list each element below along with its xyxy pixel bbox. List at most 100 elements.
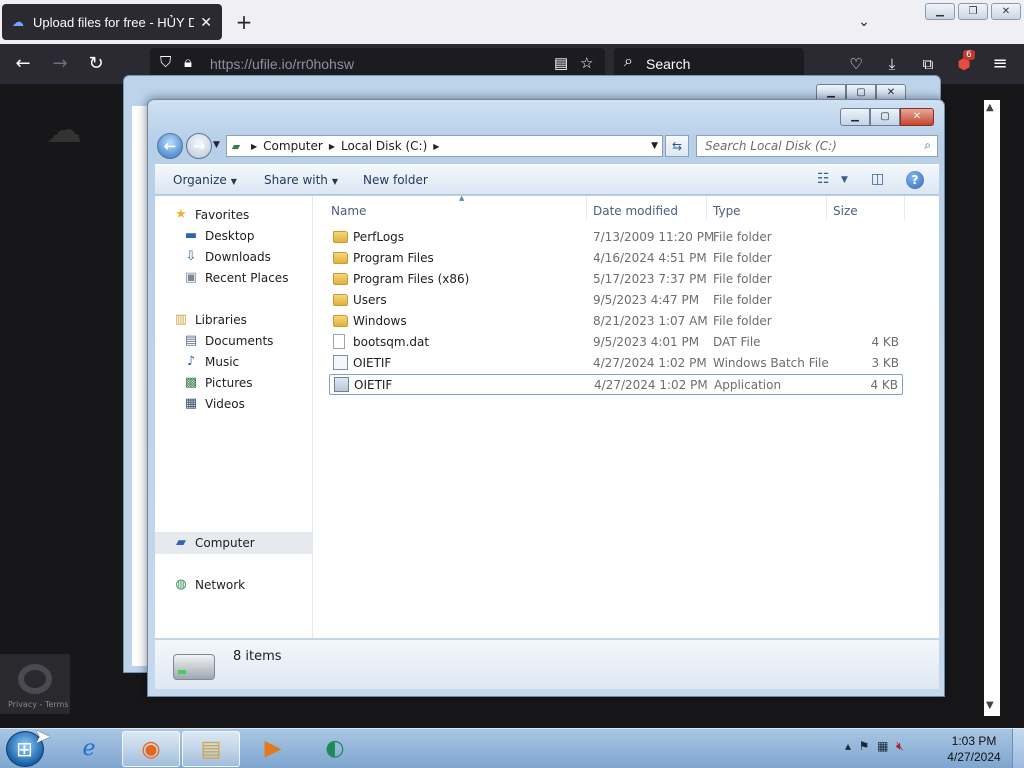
nav-music[interactable]: ♪ Music bbox=[183, 352, 239, 372]
nav-label: Recent Places bbox=[205, 271, 289, 285]
nav-documents[interactable]: ▤ Documents bbox=[183, 331, 274, 351]
file-date-modified: 9/5/2023 4:01 PM bbox=[593, 335, 700, 349]
refresh-button[interactable]: ⇆ bbox=[665, 135, 689, 157]
reader-view-icon[interactable]: ▤ bbox=[554, 54, 568, 72]
nav-label: Favorites bbox=[195, 208, 250, 222]
browser-restore-button[interactable]: ❐ bbox=[958, 3, 988, 20]
action-center-flag-icon[interactable]: ⚑ bbox=[859, 739, 870, 753]
close-button[interactable]: ✕ bbox=[900, 108, 934, 126]
nav-pictures[interactable]: ▩ Pictures bbox=[183, 373, 253, 393]
maximize-button[interactable]: ▢ bbox=[870, 108, 900, 126]
url-text: https://ufile.io/rr0hohsw bbox=[210, 56, 354, 72]
windows-explorer-icon[interactable]: ▤ bbox=[182, 731, 240, 767]
search-input[interactable]: Search Local Disk (C:) ⌕ bbox=[696, 135, 938, 157]
system-tray: ▴ ⚑ ▦ 🔇︎ bbox=[845, 739, 904, 754]
browser-close-button[interactable]: ✕ bbox=[991, 3, 1021, 20]
list-all-tabs-chevron-icon[interactable]: ⌄ bbox=[852, 10, 876, 34]
volume-muted-icon[interactable]: 🔇︎ bbox=[896, 739, 904, 753]
file-name: Users bbox=[353, 293, 387, 307]
local-disk-drive-icon bbox=[173, 654, 215, 680]
page-scrollbar[interactable]: ▲ ▼ bbox=[984, 100, 1000, 716]
network-tray-icon[interactable]: ▦ bbox=[877, 739, 888, 753]
back-arrow-icon[interactable]: ← bbox=[10, 52, 36, 76]
scroll-down-arrow-icon[interactable]: ▼ bbox=[986, 700, 994, 711]
new-folder-button[interactable]: New folder bbox=[363, 173, 428, 187]
chevron-down-icon: ▼ bbox=[230, 177, 237, 186]
browser-minimize-button[interactable]: ▁ bbox=[925, 3, 955, 20]
nav-desktop[interactable]: ▬ Desktop bbox=[183, 226, 255, 246]
breadcrumb-separator-icon[interactable]: ▶ bbox=[329, 142, 335, 151]
breadcrumb-separator-icon[interactable]: ▶ bbox=[251, 142, 257, 151]
view-options-chevron-icon[interactable]: ▼ bbox=[841, 175, 848, 185]
file-row[interactable]: Program Files (x86) 5/17/2023 7:37 PM File… bbox=[329, 269, 903, 290]
downloads-icon: ⇩ bbox=[185, 249, 197, 264]
extensions-puzzle-icon[interactable]: ⧉ bbox=[915, 52, 941, 76]
organize-button[interactable]: Organize ▼ bbox=[173, 173, 237, 187]
show-desktop-button[interactable] bbox=[1012, 729, 1024, 768]
column-header-type[interactable]: Type bbox=[707, 196, 827, 220]
folder-icon bbox=[333, 231, 348, 243]
firefox-icon[interactable]: ◉ bbox=[122, 731, 180, 767]
application-icon bbox=[334, 377, 349, 392]
file-row[interactable]: OIETIF 4/27/2024 1:02 PM Application 4 KB bbox=[329, 374, 903, 395]
new-tab-button[interactable]: + bbox=[232, 8, 256, 36]
clock-date: 4/27/2024 bbox=[947, 750, 1001, 764]
file-row[interactable]: PerfLogs 7/13/2009 11:20 PM File folder bbox=[329, 227, 903, 248]
download-icon[interactable]: ⤓ bbox=[879, 52, 905, 76]
internet-explorer-icon[interactable]: ℯ bbox=[60, 731, 118, 767]
show-hidden-icons-icon[interactable]: ▴ bbox=[845, 739, 851, 753]
ufile-logo-icon: ☁ bbox=[46, 110, 82, 151]
column-label: Size bbox=[833, 204, 858, 218]
breadcrumb-local-disk[interactable]: Local Disk (C:) bbox=[341, 139, 427, 153]
bookmark-star-icon[interactable]: ☆ bbox=[580, 54, 593, 72]
address-dropdown-icon[interactable]: ▼ bbox=[651, 141, 662, 151]
help-icon[interactable]: ? bbox=[906, 171, 924, 189]
recent-pages-dropdown-icon[interactable]: ▼ bbox=[213, 140, 220, 150]
file-name: PerfLogs bbox=[353, 230, 405, 244]
nav-recent-places[interactable]: ▣ Recent Places bbox=[183, 268, 289, 288]
file-name: OIETIF bbox=[353, 356, 392, 370]
minimize-button[interactable]: ▁ bbox=[840, 108, 870, 126]
nav-libraries[interactable]: ▥ Libraries bbox=[173, 310, 247, 330]
column-header-date-modified[interactable]: Date modified bbox=[587, 196, 707, 220]
column-header-name[interactable]: Name ▲ bbox=[325, 194, 587, 220]
file-row[interactable]: bootsqm.dat 9/5/2023 4:01 PM DAT File 4 KB bbox=[329, 332, 903, 353]
pocket-icon[interactable]: ♡ bbox=[843, 52, 869, 76]
nav-computer[interactable]: ▰ Computer bbox=[173, 533, 255, 553]
back-button[interactable]: ← bbox=[157, 133, 183, 159]
media-player-icon[interactable]: ▶ bbox=[244, 731, 302, 767]
forward-arrow-icon[interactable]: → bbox=[47, 52, 73, 76]
file-row[interactable]: Users 9/5/2023 4:47 PM File folder bbox=[329, 290, 903, 311]
nav-label: Pictures bbox=[205, 376, 253, 390]
file-name: Program Files bbox=[353, 251, 434, 265]
breadcrumb-separator-icon[interactable]: ▶ bbox=[433, 142, 439, 151]
nav-downloads[interactable]: ⇩ Downloads bbox=[183, 247, 271, 267]
breadcrumb-computer[interactable]: Computer bbox=[263, 139, 323, 153]
lock-icon[interactable]: 🔒︎ bbox=[184, 54, 192, 71]
close-tab-icon[interactable]: ✕ bbox=[200, 14, 212, 31]
videos-icon: ▦ bbox=[184, 396, 198, 411]
browser-tab[interactable]: ☁ Upload files for free - HỦY DIỆT ✕ bbox=[2, 4, 222, 40]
recent-places-icon: ▣ bbox=[184, 270, 198, 285]
nav-videos[interactable]: ▦ Videos bbox=[183, 394, 245, 414]
recaptcha-badge[interactable]: Privacy - Terms bbox=[0, 654, 70, 714]
change-view-icon[interactable]: ☷ bbox=[817, 171, 830, 187]
file-row[interactable]: Program Files 4/16/2024 4:51 PM File folde… bbox=[329, 248, 903, 269]
recaptcha-privacy-terms[interactable]: Privacy - Terms bbox=[8, 700, 69, 709]
breadcrumb[interactable]: ▰ ▶ Computer ▶ Local Disk (C:) ▶ ▼ bbox=[226, 135, 663, 157]
reload-icon[interactable]: ↻ bbox=[83, 52, 109, 76]
column-header-size[interactable]: Size bbox=[827, 196, 905, 220]
file-row[interactable]: Windows 8/21/2023 1:07 AM File folder bbox=[329, 311, 903, 332]
scroll-up-arrow-icon[interactable]: ▲ bbox=[986, 102, 994, 113]
forward-button[interactable]: → bbox=[186, 133, 212, 159]
preview-pane-icon[interactable]: ◫ bbox=[871, 171, 884, 187]
tracking-shield-icon[interactable]: ⛉ bbox=[160, 54, 171, 71]
nav-network[interactable]: ◍ Network bbox=[173, 575, 245, 595]
app-icon[interactable]: ◐ bbox=[306, 731, 364, 767]
nav-favorites[interactable]: ★ Favorites bbox=[173, 205, 249, 225]
file-row[interactable]: OIETIF 4/27/2024 1:02 PM Windows Batch Fil… bbox=[329, 353, 903, 374]
hamburger-menu-icon[interactable]: ≡ bbox=[987, 52, 1013, 76]
nav-label: Videos bbox=[205, 397, 245, 411]
share-with-button[interactable]: Share with ▼ bbox=[264, 173, 338, 187]
system-clock[interactable]: 1:03 PM 4/27/2024 bbox=[940, 733, 1008, 765]
